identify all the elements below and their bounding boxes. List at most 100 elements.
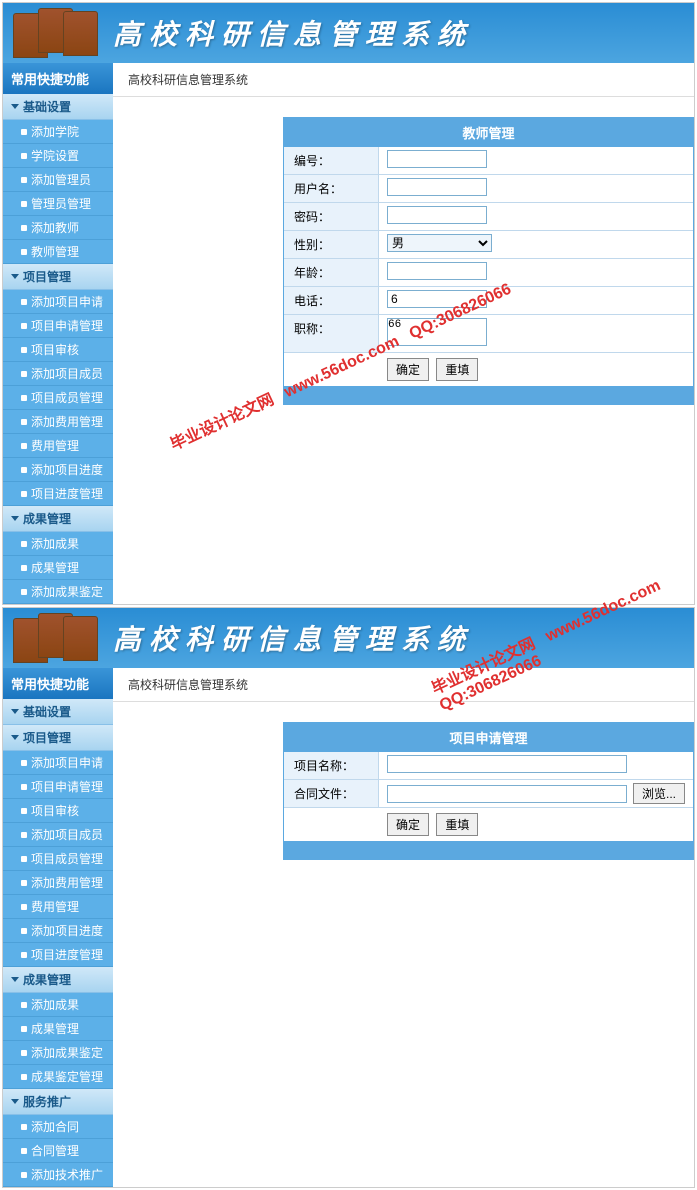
browse-button[interactable]: 浏览... xyxy=(633,783,685,804)
sidebar-item-label: 添加费用管理 xyxy=(31,874,103,891)
books-icon xyxy=(13,613,93,663)
sidebar-item[interactable]: 添加合同 xyxy=(3,1115,113,1139)
sidebar-item[interactable]: 添加成果鉴定 xyxy=(3,1041,113,1065)
bullet-icon xyxy=(21,760,27,766)
bullet-icon xyxy=(21,1026,27,1032)
age-input[interactable] xyxy=(387,262,487,280)
reset-button[interactable]: 重填 xyxy=(436,358,478,381)
sidebar-item-label: 添加成果鉴定 xyxy=(31,583,103,600)
sidebar-item-label: 管理员管理 xyxy=(31,195,91,212)
bullet-icon xyxy=(21,928,27,934)
sidebar-title: 常用快捷功能 xyxy=(3,63,113,94)
sidebar-item[interactable]: 添加学院 xyxy=(3,120,113,144)
sidebar-section[interactable]: 成果管理 xyxy=(3,967,113,993)
sideb-l: 服务推广 xyxy=(23,1093,71,1110)
bullet-icon xyxy=(21,808,27,814)
submit-button[interactable]: 确定 xyxy=(387,813,429,836)
contract-file-label: 合同文件： xyxy=(284,780,379,807)
submit-button[interactable]: 确定 xyxy=(387,358,429,381)
sidebar-item[interactable]: 费用管理 xyxy=(3,434,113,458)
reset-button[interactable]: 重填 xyxy=(436,813,478,836)
id-input[interactable] xyxy=(387,150,487,168)
blue-bar xyxy=(284,386,693,404)
sidebar-section[interactable]: 基础设置 xyxy=(3,94,113,120)
sidebar-item[interactable]: 添加费用管理 xyxy=(3,410,113,434)
sidebar-item[interactable]: 费用管理 xyxy=(3,895,113,919)
sidebar-item[interactable]: 项目进度管理 xyxy=(3,943,113,967)
sidebar-item-label: 项目审核 xyxy=(31,341,79,358)
gender-label: 性别： xyxy=(284,231,379,258)
phone-input[interactable] xyxy=(387,290,487,308)
sidebar-item[interactable]: 添加教师 xyxy=(3,216,113,240)
breadcrumb: 高校科研信息管理系统 xyxy=(113,668,694,702)
project-name-input[interactable] xyxy=(387,755,627,773)
sidebar-item-label: 合同管理 xyxy=(31,1142,79,1159)
sidebar-section[interactable]: 基础设置 xyxy=(3,699,113,725)
bullet-icon xyxy=(21,443,27,449)
sidebar-item[interactable]: 项目成员管理 xyxy=(3,386,113,410)
panel-title: 教师管理 xyxy=(284,118,693,147)
sidebar-item[interactable]: 添加成果 xyxy=(3,993,113,1017)
bullet-icon xyxy=(21,1050,27,1056)
password-input[interactable] xyxy=(387,206,487,224)
sidebar-section[interactable]: 成果管理 xyxy=(3,506,113,532)
bullet-icon xyxy=(21,491,27,497)
sidebar-item[interactable]: 添加项目成员 xyxy=(3,362,113,386)
contract-file-input[interactable] xyxy=(387,785,627,803)
sidebar-item[interactable]: 添加管理员 xyxy=(3,168,113,192)
sidebar-item[interactable]: 添加项目进度 xyxy=(3,919,113,943)
sidebar-item[interactable]: 添加成果 xyxy=(3,532,113,556)
sidebar-item[interactable]: 项目审核 xyxy=(3,799,113,823)
sidebar-item[interactable]: 成果鉴定管理 xyxy=(3,1065,113,1089)
title-textarea[interactable]: 66 xyxy=(387,318,487,346)
sidebar-section[interactable]: 服务推广 xyxy=(3,1089,113,1115)
chevron-down-icon xyxy=(11,1099,19,1104)
sidebar-item[interactable]: 管理员管理 xyxy=(3,192,113,216)
sidebar-item[interactable]: 学院设置 xyxy=(3,144,113,168)
sideb-l: 项目管理 xyxy=(23,268,71,285)
header: 高校科研信息管理系统 xyxy=(3,608,694,668)
sidebar-item-label: 添加项目进度 xyxy=(31,922,103,939)
sidebar-item[interactable]: 添加成果鉴定 xyxy=(3,580,113,604)
sidebar-item[interactable]: 添加项目申请 xyxy=(3,751,113,775)
username-input[interactable] xyxy=(387,178,487,196)
gender-select[interactable]: 男 xyxy=(387,234,492,252)
sidebar-item[interactable]: 项目进度管理 xyxy=(3,482,113,506)
sidebar-item-label: 添加项目申请 xyxy=(31,293,103,310)
bullet-icon xyxy=(21,832,27,838)
sidebar-item-label: 教师管理 xyxy=(31,243,79,260)
sidebar-item[interactable]: 项目申请管理 xyxy=(3,314,113,338)
sidebar-item[interactable]: 项目成员管理 xyxy=(3,847,113,871)
bullet-icon xyxy=(21,467,27,473)
sidebar-item-label: 添加费用管理 xyxy=(31,413,103,430)
bullet-icon xyxy=(21,419,27,425)
sidebar-item[interactable]: 添加技术推广 xyxy=(3,1163,113,1187)
sidebar-section[interactable]: 项目管理 xyxy=(3,725,113,751)
sidebar-item-label: 成果管理 xyxy=(31,559,79,576)
project-form-panel: 项目申请管理 项目名称： 合同文件： 浏览... 确定 重填 xyxy=(283,722,694,860)
sidebar-item[interactable]: 教师管理 xyxy=(3,240,113,264)
bullet-icon xyxy=(21,589,27,595)
sidebar-item[interactable]: 添加项目进度 xyxy=(3,458,113,482)
sidebar-item[interactable]: 添加项目成员 xyxy=(3,823,113,847)
sidebar-item[interactable]: 成果管理 xyxy=(3,1017,113,1041)
sidebar-item-label: 学院设置 xyxy=(31,147,79,164)
sidebar-section[interactable]: 项目管理 xyxy=(3,264,113,290)
sidebar-item[interactable]: 成果管理 xyxy=(3,556,113,580)
app-title: 高校科研信息管理系统 xyxy=(113,618,473,658)
title-label: 职称： xyxy=(284,315,379,352)
username-label: 用户名： xyxy=(284,175,379,202)
bullet-icon xyxy=(21,347,27,353)
sidebar-item[interactable]: 添加费用管理 xyxy=(3,871,113,895)
sidebar-item[interactable]: 添加项目申请 xyxy=(3,290,113,314)
sidebar-item[interactable]: 合同管理 xyxy=(3,1139,113,1163)
sidebar-item[interactable]: 项目审核 xyxy=(3,338,113,362)
bullet-icon xyxy=(21,1074,27,1080)
sidebar-item[interactable]: 项目申请管理 xyxy=(3,775,113,799)
chevron-down-icon xyxy=(11,274,19,279)
sidebar-item-label: 项目进度管理 xyxy=(31,946,103,963)
sidebar-item-label: 添加项目申请 xyxy=(31,754,103,771)
project-name-label: 项目名称： xyxy=(284,752,379,779)
header: 高校科研信息管理系统 xyxy=(3,3,694,63)
password-label: 密码： xyxy=(284,203,379,230)
